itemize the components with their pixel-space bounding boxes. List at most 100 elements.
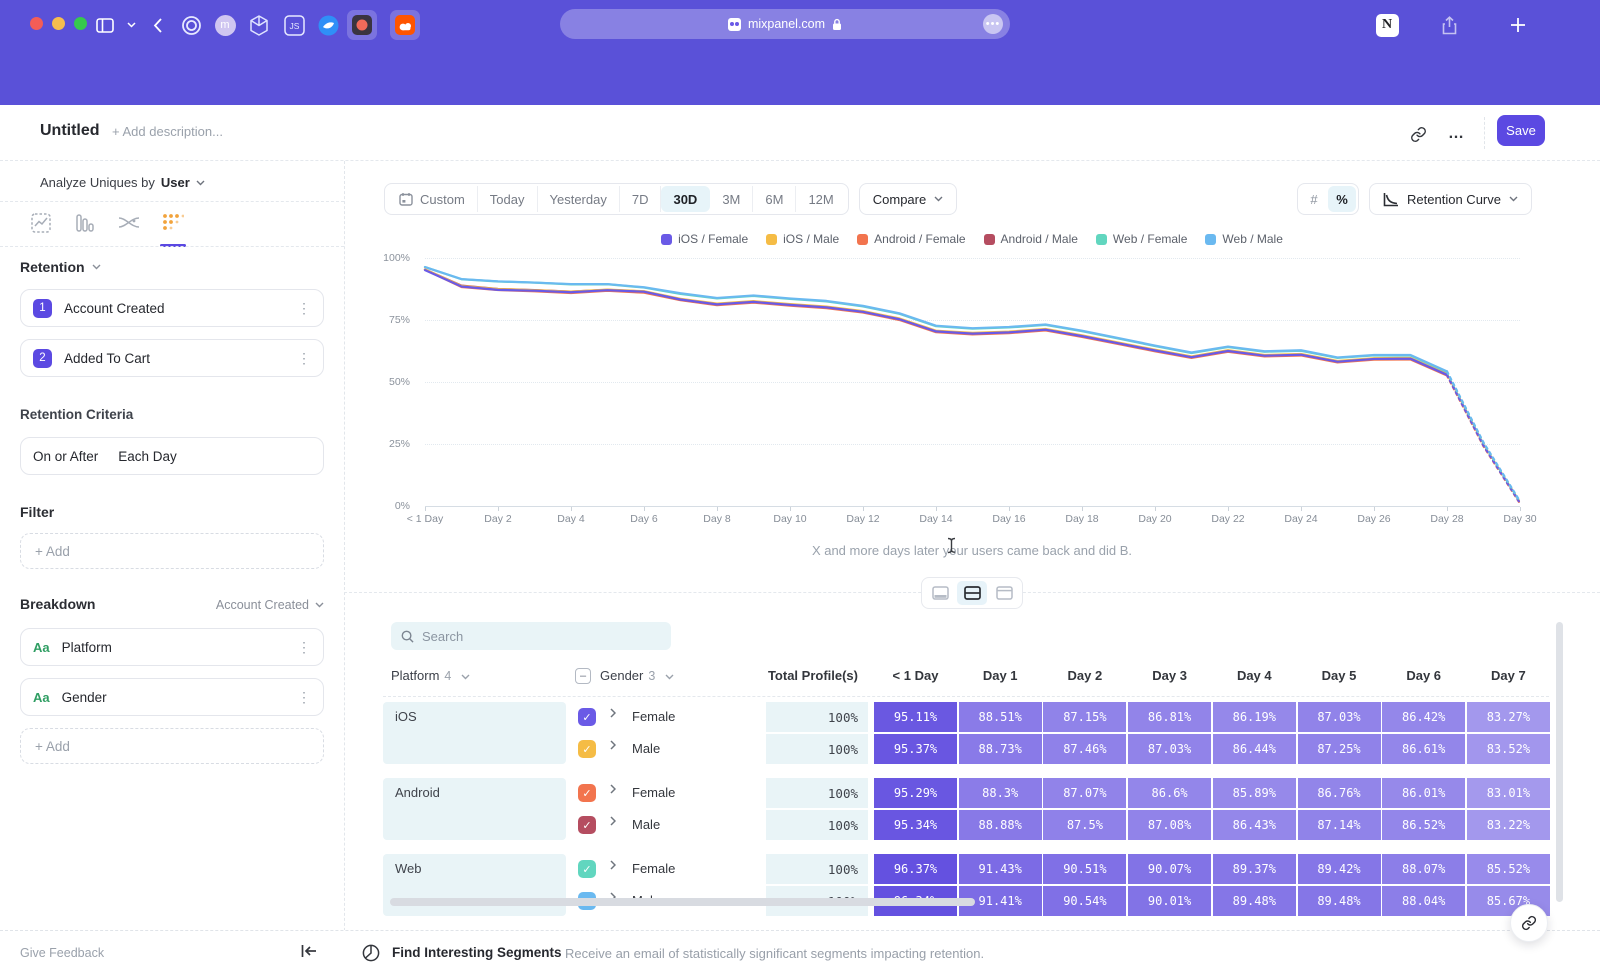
sidebar-toggle-icon[interactable] xyxy=(92,12,118,38)
legend-item[interactable]: iOS / Male xyxy=(766,232,839,246)
retention-value-cell[interactable]: 89.48% xyxy=(1298,886,1381,916)
breakdown-gender[interactable]: Aa Gender ⋮ xyxy=(20,678,324,716)
retention-value-cell[interactable]: 89.37% xyxy=(1213,854,1296,884)
retention-value-cell[interactable]: 86.42% xyxy=(1382,702,1465,732)
retention-value-cell[interactable]: 86.43% xyxy=(1213,810,1296,840)
column-header-day[interactable]: Day 6 xyxy=(1382,664,1465,688)
gender-checkbox[interactable]: ✓ xyxy=(578,740,596,758)
criteria-mode[interactable]: On or After xyxy=(33,449,98,464)
column-header-day[interactable]: Day 4 xyxy=(1213,664,1296,688)
range-7d[interactable]: 7D xyxy=(620,186,662,212)
add-description[interactable]: + Add description... xyxy=(112,124,223,139)
retention-value-cell[interactable]: 87.14% xyxy=(1298,810,1381,840)
criteria-interval[interactable]: Each Day xyxy=(118,449,177,464)
retention-value-cell[interactable]: 83.27% xyxy=(1467,702,1550,732)
tab-insights[interactable] xyxy=(30,211,52,235)
retention-value-cell[interactable]: 87.03% xyxy=(1128,734,1211,764)
range-yesterday[interactable]: Yesterday xyxy=(538,186,620,212)
range-6m[interactable]: 6M xyxy=(753,186,796,212)
retention-value-cell[interactable]: 87.08% xyxy=(1128,810,1211,840)
column-header-day[interactable]: Day 5 xyxy=(1298,664,1381,688)
js-extension-icon[interactable]: JS xyxy=(281,12,307,38)
kebab-menu-icon[interactable]: ⋮ xyxy=(297,689,311,706)
breakdown-scope-selector[interactable]: Account Created xyxy=(216,598,324,612)
retention-value-cell[interactable]: 83.52% xyxy=(1467,734,1550,764)
give-feedback-link[interactable]: Give Feedback xyxy=(20,946,104,960)
legend-item[interactable]: Android / Female xyxy=(857,232,965,246)
column-header-gender[interactable]: Gender3 xyxy=(600,664,674,688)
retention-value-cell[interactable]: 86.52% xyxy=(1382,810,1465,840)
retention-value-cell[interactable]: 88.07% xyxy=(1382,854,1465,884)
layout-table-only-button[interactable] xyxy=(989,581,1019,605)
column-header-day[interactable]: Day 2 xyxy=(1043,664,1126,688)
kebab-menu-icon[interactable]: ⋮ xyxy=(297,350,311,367)
retention-value-cell[interactable]: 87.03% xyxy=(1298,702,1381,732)
retention-value-cell[interactable]: 88.3% xyxy=(959,778,1042,808)
retention-value-cell[interactable]: 87.46% xyxy=(1043,734,1126,764)
tab-funnels[interactable] xyxy=(74,211,96,235)
retention-value-cell[interactable]: 86.76% xyxy=(1298,778,1381,808)
retention-criteria-card[interactable]: On or After Each Day xyxy=(20,437,324,475)
red-app-extension-icon[interactable] xyxy=(347,10,377,40)
gender-checkbox[interactable]: ✓ xyxy=(578,816,596,834)
back-button[interactable] xyxy=(144,12,170,38)
more-options-button[interactable]: … xyxy=(1444,121,1470,147)
retention-value-cell[interactable]: 95.11% xyxy=(874,702,957,732)
legend-item[interactable]: Web / Female xyxy=(1096,232,1187,246)
chevron-down-icon[interactable] xyxy=(118,12,144,38)
retention-value-cell[interactable]: 86.81% xyxy=(1128,702,1211,732)
retention-value-cell[interactable]: 89.42% xyxy=(1298,854,1381,884)
url-bar[interactable]: mixpanel.com ••• xyxy=(560,9,1010,39)
chevron-right-icon[interactable] xyxy=(610,784,616,794)
chevron-right-icon[interactable] xyxy=(610,708,616,718)
unit-percent-toggle[interactable]: % xyxy=(1328,186,1356,212)
range-12m[interactable]: 12M xyxy=(796,186,845,212)
chevron-right-icon[interactable] xyxy=(610,860,616,870)
soundcloud-extension-icon[interactable] xyxy=(390,10,420,40)
legend-item[interactable]: Android / Male xyxy=(984,232,1078,246)
retention-value-cell[interactable]: 91.43% xyxy=(959,854,1042,884)
retention-value-cell[interactable]: 87.25% xyxy=(1298,734,1381,764)
retention-value-cell[interactable]: 95.29% xyxy=(874,778,957,808)
share-icon[interactable] xyxy=(1436,12,1462,38)
legend-item[interactable]: Web / Male xyxy=(1205,232,1282,246)
retention-value-cell[interactable]: 87.07% xyxy=(1043,778,1126,808)
unit-count-toggle[interactable]: # xyxy=(1300,186,1328,212)
retention-value-cell[interactable]: 87.15% xyxy=(1043,702,1126,732)
layout-chart-only-button[interactable] xyxy=(925,581,955,605)
retention-value-cell[interactable]: 95.34% xyxy=(874,810,957,840)
window-controls[interactable] xyxy=(30,17,87,30)
column-header-platform[interactable]: Platform4 xyxy=(391,664,470,688)
retention-value-cell[interactable]: 83.01% xyxy=(1467,778,1550,808)
retention-value-cell[interactable]: 88.04% xyxy=(1382,886,1465,916)
blue-app-extension-icon[interactable] xyxy=(315,12,341,38)
retention-value-cell[interactable]: 83.22% xyxy=(1467,810,1550,840)
retention-value-cell[interactable]: 86.01% xyxy=(1382,778,1465,808)
chevron-right-icon[interactable] xyxy=(610,816,616,826)
retention-value-cell[interactable]: 90.51% xyxy=(1043,854,1126,884)
gender-checkbox[interactable]: ✓ xyxy=(578,784,596,802)
retention-value-cell[interactable]: 88.73% xyxy=(959,734,1042,764)
retention-value-cell[interactable]: 87.5% xyxy=(1043,810,1126,840)
column-header-day[interactable]: Day 1 xyxy=(959,664,1042,688)
column-header-day[interactable]: < 1 Day xyxy=(874,664,957,688)
column-header-day[interactable]: Day 3 xyxy=(1128,664,1211,688)
compare-button[interactable]: Compare xyxy=(859,183,957,215)
kebab-menu-icon[interactable]: ⋮ xyxy=(297,639,311,656)
layout-split-button[interactable] xyxy=(957,581,987,605)
retention-value-cell[interactable]: 86.19% xyxy=(1213,702,1296,732)
table-search-input[interactable]: Search xyxy=(391,622,671,650)
range-30d[interactable]: 30D xyxy=(661,186,710,212)
report-title[interactable]: Untitled xyxy=(40,122,100,140)
analyze-uniques-row[interactable]: Analyze Uniques byUser xyxy=(40,175,205,190)
legend-item[interactable]: iOS / Female xyxy=(661,232,748,246)
chevron-right-icon[interactable] xyxy=(610,740,616,750)
retention-value-cell[interactable]: 85.52% xyxy=(1467,854,1550,884)
share-link-button[interactable] xyxy=(1510,904,1548,942)
breakdown-platform[interactable]: Aa Platform ⋮ xyxy=(20,628,324,666)
find-segments-title[interactable]: Find Interesting Segments xyxy=(392,945,562,960)
range-custom[interactable]: Custom xyxy=(387,186,478,212)
column-header-day[interactable]: Day 7 xyxy=(1467,664,1550,688)
retention-value-cell[interactable]: 86.6% xyxy=(1128,778,1211,808)
kebab-menu-icon[interactable]: ⋮ xyxy=(297,300,311,317)
